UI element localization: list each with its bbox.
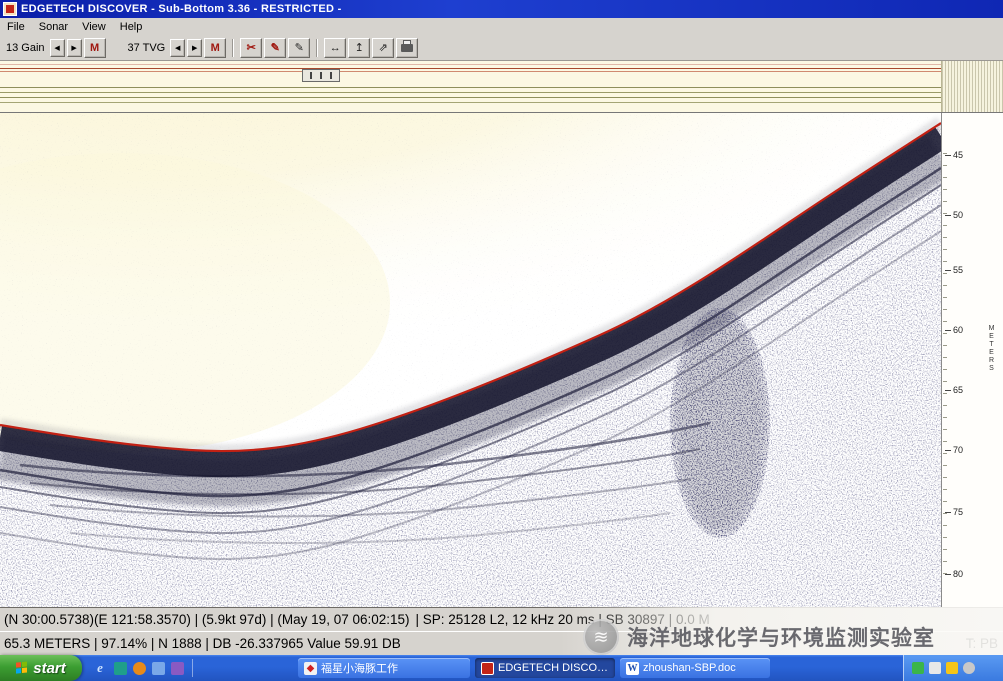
signal-trace-strip	[0, 61, 1003, 113]
window-title: EDGETECH DISCOVER - Sub-Bottom 3.36 - RE…	[21, 3, 342, 15]
windows-flag-icon	[16, 661, 28, 674]
depth-tick-60: 60	[945, 325, 963, 335]
pen-red-icon: ✎	[271, 41, 280, 54]
tvg-increase-button[interactable]: ▶	[187, 39, 202, 57]
marker-bar	[330, 72, 332, 79]
tail-shade	[672, 311, 768, 535]
edgetech-app-icon	[481, 662, 494, 675]
trace-line	[0, 97, 941, 98]
toolbar: 13 Gain ◀ ▶ M 37 TVG ◀ ▶ M ✂ ✎ ✎ ↔ ↥ ⇗	[0, 35, 1003, 61]
gain-increase-button[interactable]: ▶	[67, 39, 82, 57]
chat-app-icon: ◆	[304, 662, 317, 675]
gain-decrease-button[interactable]: ◀	[50, 39, 65, 57]
vertical-scale-button[interactable]: ↥	[348, 38, 370, 58]
depth-tick-45: 45	[945, 150, 963, 160]
start-button[interactable]: start	[0, 655, 82, 681]
diagonal-arrow-icon: ⇗	[379, 41, 388, 54]
tvg-decrease-button[interactable]: ◀	[170, 39, 185, 57]
cut-icon: ✂	[247, 41, 256, 54]
depth-tick-70: 70	[945, 445, 963, 455]
annotate-black-button[interactable]: ✎	[288, 38, 310, 58]
depth-tick-65: 65	[945, 385, 963, 395]
zoom-button[interactable]: ⇗	[372, 38, 394, 58]
taskbar: start e ◆ 福星小海豚工作 EDGETECH DISCOVE... W …	[0, 655, 1003, 681]
trace-strip-scale-area	[941, 61, 1003, 112]
annotate-red-button[interactable]: ✎	[264, 38, 286, 58]
trace-line	[0, 71, 941, 72]
depth-scale: 45 50 55 60 65 70 75 80 METERS	[941, 113, 1003, 608]
depth-tick-55: 55	[945, 265, 963, 275]
depth-tick-50: 50	[945, 210, 963, 220]
sonar-echogram	[0, 113, 941, 608]
menu-file[interactable]: File	[0, 20, 32, 34]
tvg-mode-button[interactable]: M	[204, 38, 226, 58]
trace-line	[0, 92, 941, 93]
status-ping-settings: | SP: 25128 L2, 12 kHz 20 ms | SB 30897 …	[416, 612, 710, 627]
status-right-fragment: T: PB	[966, 636, 998, 651]
tray-icon[interactable]	[963, 662, 975, 674]
menu-sonar[interactable]: Sonar	[32, 20, 75, 34]
depth-tick-80: 80	[945, 569, 963, 579]
tvg-mode-icon: M	[211, 42, 220, 54]
trace-line	[0, 87, 941, 88]
marker-bar	[320, 72, 322, 79]
media-player-icon[interactable]	[133, 662, 146, 675]
word-document-icon: W	[626, 662, 639, 675]
task-label: 福星小海豚工作	[321, 660, 398, 676]
tvg-label: 37 TVG	[128, 42, 166, 54]
gain-mode-icon: M	[90, 42, 99, 54]
cut-button[interactable]: ✂	[240, 38, 262, 58]
task-label: EDGETECH DISCOVE...	[498, 662, 609, 674]
status-position-speed-time: (N 30:00.5738)(E 121:58.3570) | (5.9kt 9…	[4, 612, 410, 627]
quick-launch-app-icon[interactable]	[152, 662, 165, 675]
show-desktop-icon[interactable]	[114, 662, 127, 675]
task-button-edgetech-discover[interactable]: EDGETECH DISCOVE...	[475, 658, 615, 678]
horizontal-arrows-icon: ↔	[330, 42, 341, 54]
start-button-label: start	[33, 660, 66, 677]
quick-launch-divider	[192, 659, 193, 677]
sonar-display[interactable]	[0, 113, 941, 608]
menubar: File Sonar View Help	[0, 18, 1003, 36]
toolbar-separator	[316, 39, 318, 57]
status-bar-measurements: 65.3 METERS | 97.14% | N 1888 | DB -26.3…	[0, 631, 1003, 655]
task-label: zhoushan-SBP.doc	[643, 662, 736, 674]
status-bar-navigation: (N 30:00.5738)(E 121:58.3570) | (5.9kt 9…	[0, 607, 1003, 631]
depth-unit-label: METERS	[988, 325, 995, 373]
task-button-chat[interactable]: ◆ 福星小海豚工作	[298, 658, 470, 678]
task-button-word-document[interactable]: W zhoushan-SBP.doc	[620, 658, 770, 678]
taskbar-tasks: ◆ 福星小海豚工作 EDGETECH DISCOVE... W zhoushan…	[298, 658, 770, 678]
gain-label: 13 Gain	[6, 42, 45, 54]
tray-icon[interactable]	[929, 662, 941, 674]
internet-explorer-icon[interactable]: e	[92, 660, 108, 676]
up-arrow-icon: ↥	[355, 41, 364, 54]
quick-launch-app-icon[interactable]	[171, 662, 184, 675]
sonar-main-area: 45 50 55 60 65 70 75 80 METERS	[0, 112, 1003, 607]
status-depth-signal-values: 65.3 METERS | 97.14% | N 1888 | DB -26.3…	[4, 636, 401, 651]
tray-icon[interactable]	[946, 662, 958, 674]
system-tray	[903, 655, 1003, 681]
pen-black-icon: ✎	[295, 41, 304, 54]
gain-mode-button[interactable]: M	[84, 38, 106, 58]
menu-view[interactable]: View	[75, 20, 113, 34]
trace-line	[0, 64, 941, 65]
print-button[interactable]	[396, 38, 418, 58]
quick-launch-bar: e	[92, 658, 195, 678]
app-window: EDGETECH DISCOVER - Sub-Bottom 3.36 - RE…	[0, 0, 1003, 681]
toolbar-separator	[232, 39, 234, 57]
tray-icon[interactable]	[912, 662, 924, 674]
app-icon	[3, 2, 17, 16]
trace-line	[0, 68, 941, 69]
titlebar[interactable]: EDGETECH DISCOVER - Sub-Bottom 3.36 - RE…	[0, 0, 1003, 18]
horizontal-scale-button[interactable]: ↔	[324, 38, 346, 58]
trace-line	[0, 102, 941, 103]
depth-tick-75: 75	[945, 507, 963, 517]
menu-help[interactable]: Help	[113, 20, 150, 34]
marker-bar	[310, 72, 312, 79]
printer-icon	[401, 44, 413, 52]
trace-marker-widget[interactable]	[302, 69, 340, 82]
